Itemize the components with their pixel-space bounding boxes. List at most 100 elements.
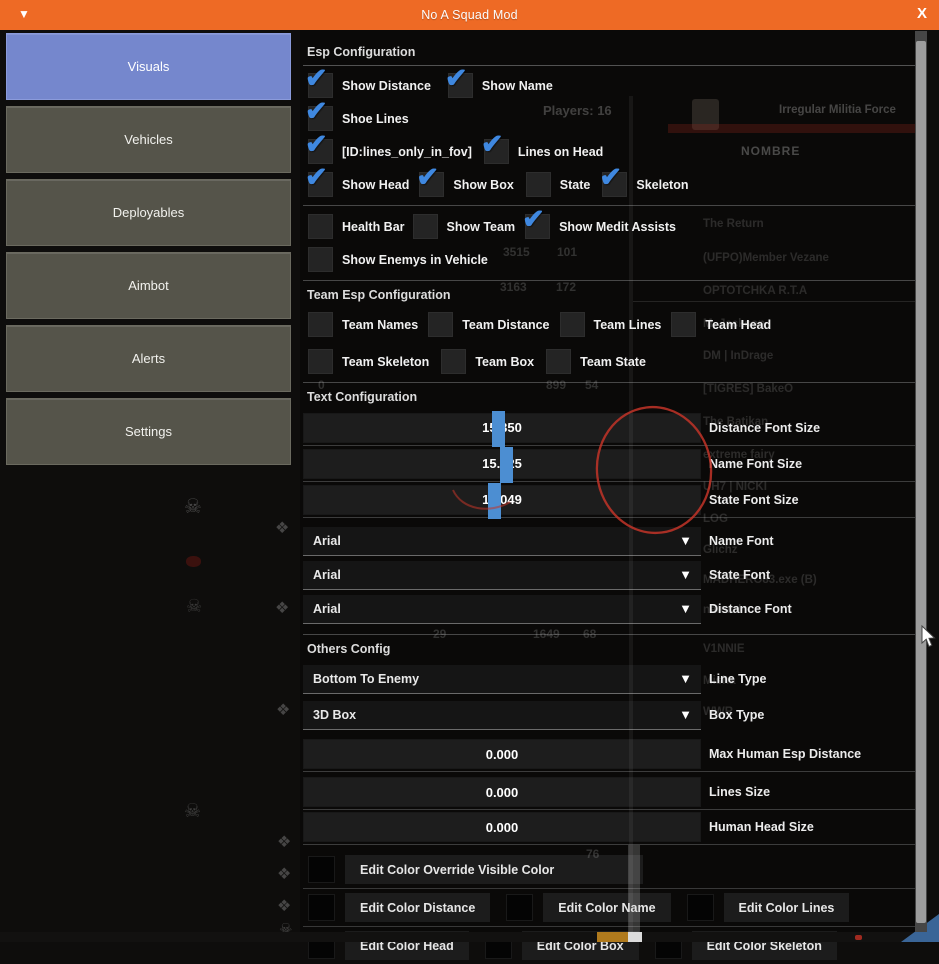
bg-player-name: natural <box>703 604 741 616</box>
checkbox[interactable]: ✔ <box>308 139 333 164</box>
checkbox-item[interactable]: Health Bar <box>308 214 405 239</box>
checkbox-item[interactable]: ✔ Show Head <box>308 172 409 197</box>
sidebar-item-settings[interactable]: Settings <box>6 398 291 465</box>
lines-size-field[interactable]: 0.000 <box>303 777 701 807</box>
scrollbar-track[interactable] <box>915 31 927 932</box>
checkbox[interactable] <box>671 312 696 337</box>
box-type-dropdown[interactable]: 3D Box ▼ <box>303 701 701 730</box>
checkbox[interactable] <box>308 247 333 272</box>
checkbox[interactable] <box>413 214 438 239</box>
edit-color-row: Edit Color Distance Edit Color Name Edit… <box>303 889 916 927</box>
checkbox-item[interactable]: Team Names <box>308 312 418 337</box>
bg-red-blob <box>186 556 201 567</box>
checkbox-item[interactable]: Team Lines <box>560 312 662 337</box>
sidebar-item-visuals[interactable]: Visuals <box>6 33 291 100</box>
distance-font-size-slider[interactable]: 15.350 <box>303 413 701 443</box>
bg-table-seam-bright <box>628 845 640 932</box>
checkbox[interactable]: ✔ <box>308 73 333 98</box>
checkbox[interactable] <box>441 349 466 374</box>
checkbox-label: Team Names <box>342 318 418 332</box>
window-titlebar[interactable]: ▼ No A Squad Mod X <box>0 0 939 30</box>
slider-handle[interactable] <box>500 447 513 483</box>
field-label: Human Head Size <box>709 820 814 834</box>
sidebar-item-vehicles[interactable]: Vehicles <box>6 106 291 173</box>
bg-player-name: Misha <box>703 675 736 687</box>
checkbox[interactable]: ✔ <box>525 214 550 239</box>
bg-player-name: [TIGRES] BakeO <box>703 383 793 395</box>
name-font-size-slider[interactable]: 15.725 <box>303 449 701 479</box>
check-icon: ✔ <box>416 164 439 191</box>
close-button[interactable]: X <box>917 5 927 22</box>
sidebar-item-alerts[interactable]: Alerts <box>6 325 291 392</box>
edit-color-distance-button[interactable]: Edit Color Distance <box>345 893 490 922</box>
bg-player-name: The Batikan <box>703 416 768 428</box>
chevron-down-icon[interactable]: ▼ <box>679 672 692 685</box>
value-row: 0.000 Max Human Esp Distance <box>303 737 916 772</box>
checkbox-label: Show Distance <box>342 79 431 93</box>
checkbox[interactable]: ✔ <box>308 106 333 131</box>
checkbox[interactable] <box>428 312 453 337</box>
checkbox[interactable] <box>560 312 585 337</box>
checkbox-item[interactable]: Show Team <box>413 214 516 239</box>
checkbox-item[interactable]: ✔ Show Medit Assists <box>525 214 676 239</box>
state-font-size-slider[interactable]: 15.049 <box>303 485 701 515</box>
divider <box>303 280 916 281</box>
checkbox-item[interactable]: State <box>526 172 591 197</box>
chevron-down-icon[interactable]: ▼ <box>679 708 692 721</box>
checkbox-item[interactable]: ✔ Skeleton <box>602 172 688 197</box>
esp-row: ✔ Show Distance ✔ Show Name <box>303 69 916 102</box>
checkbox[interactable] <box>526 172 551 197</box>
chevron-down-icon[interactable]: ▼ <box>679 602 692 615</box>
checkbox-item[interactable]: ✔ Shoe Lines <box>308 106 409 131</box>
checkbox-item[interactable]: ✔ [ID:lines_only_in_fov] <box>308 139 472 164</box>
checkbox-item[interactable]: Team Distance <box>428 312 549 337</box>
sidebar-item-deployables[interactable]: Deployables <box>6 179 291 246</box>
color-swatch[interactable] <box>308 894 335 921</box>
checkbox-item[interactable]: ✔ Show Box <box>419 172 513 197</box>
checkbox-item[interactable]: Show Enemys in Vehicle <box>308 247 488 272</box>
human-head-size-field[interactable]: 0.000 <box>303 812 701 842</box>
bg-player-name: Glichz <box>703 544 738 556</box>
checkbox-label: Team Skeleton <box>342 355 429 369</box>
color-swatch[interactable] <box>506 894 533 921</box>
scrollbar-thumb[interactable] <box>916 41 926 923</box>
checkbox-item[interactable]: ✔ Lines on Head <box>484 139 603 164</box>
edit-color-lines-button[interactable]: Edit Color Lines <box>724 893 850 922</box>
edit-color-name-button[interactable]: Edit Color Name <box>543 893 670 922</box>
bg-bottom-strip <box>0 932 939 942</box>
state-font-dropdown[interactable]: Arial ▼ <box>303 561 701 590</box>
checkbox[interactable] <box>308 349 333 374</box>
chevron-down-icon[interactable]: ▼ <box>679 534 692 547</box>
chevron-down-icon[interactable]: ▼ <box>679 568 692 581</box>
color-swatch[interactable] <box>308 856 335 883</box>
checkbox[interactable] <box>308 214 333 239</box>
checkbox-item[interactable]: ✔ Show Name <box>448 73 553 98</box>
slider-handle[interactable] <box>488 483 501 519</box>
checkbox[interactable]: ✔ <box>484 139 509 164</box>
checkbox[interactable]: ✔ <box>448 73 473 98</box>
sidebar: Visuals Vehicles Deployables Aimbot Aler… <box>6 33 291 471</box>
checkbox[interactable] <box>308 312 333 337</box>
line-type-dropdown[interactable]: Bottom To Enemy ▼ <box>303 665 701 694</box>
checkbox-label: Show Team <box>447 220 516 234</box>
checkbox[interactable]: ✔ <box>419 172 444 197</box>
color-swatch[interactable] <box>687 894 714 921</box>
slider-label: State Font Size <box>709 493 799 507</box>
checkbox[interactable]: ✔ <box>602 172 627 197</box>
dropdown-row: 3D Box ▼ Box Type <box>303 698 916 732</box>
slider-handle[interactable] <box>492 411 505 447</box>
checkbox-item[interactable]: Team Skeleton <box>308 349 429 374</box>
name-font-dropdown[interactable]: Arial ▼ <box>303 527 701 556</box>
checkbox-item[interactable]: ✔ Show Distance <box>308 73 431 98</box>
dropdown-value: Arial <box>303 602 341 616</box>
dropdown-value: 3D Box <box>303 708 356 722</box>
main-panel: Esp Configuration ✔ Show Distance ✔ Show… <box>300 30 916 932</box>
menu-triangle-icon[interactable]: ▼ <box>18 8 30 20</box>
sidebar-item-aimbot[interactable]: Aimbot <box>6 252 291 319</box>
diamond-icon: ❖ <box>275 598 289 618</box>
distance-font-dropdown[interactable]: Arial ▼ <box>303 595 701 624</box>
checkbox[interactable] <box>546 349 571 374</box>
max-human-esp-distance-field[interactable]: 0.000 <box>303 739 701 769</box>
checkbox-item[interactable]: Team Box <box>441 349 534 374</box>
checkbox[interactable]: ✔ <box>308 172 333 197</box>
